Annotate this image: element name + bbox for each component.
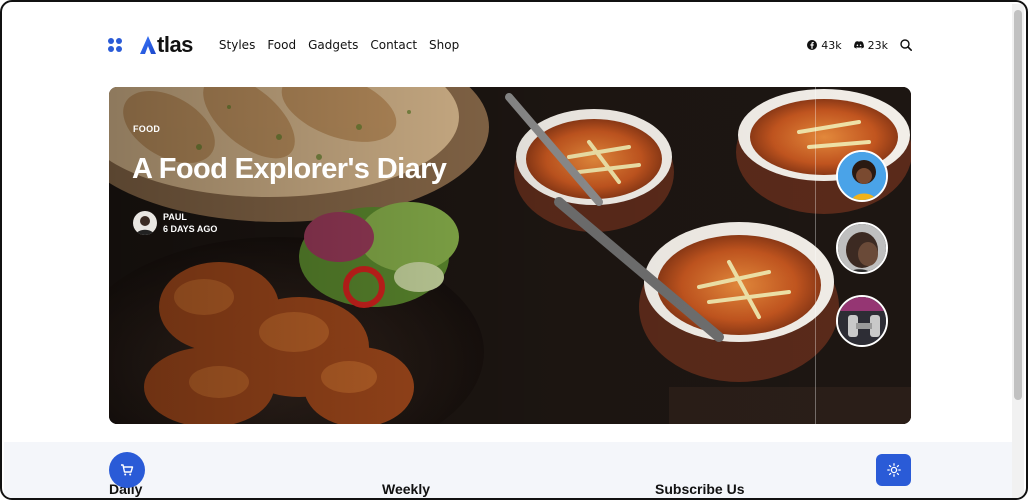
- hero-overlay: [109, 87, 911, 424]
- author-meta: PAUL 6 DAYS AGO: [163, 211, 217, 235]
- author-name: PAUL: [163, 212, 187, 222]
- post-author[interactable]: PAUL 6 DAYS AGO: [133, 211, 217, 235]
- slide-thumb-1[interactable]: [836, 150, 888, 202]
- main-nav: Styles Food Gadgets Contact Shop: [219, 38, 471, 52]
- weekly-heading: Weekly: [382, 481, 430, 497]
- nav-item-gadgets[interactable]: Gadgets: [308, 38, 358, 52]
- header-actions: 43k 23k: [795, 39, 912, 52]
- post-category[interactable]: FOOD: [133, 124, 160, 134]
- search-icon: [900, 39, 912, 51]
- facebook-icon: [807, 40, 818, 50]
- logo-mark-icon: [140, 36, 156, 54]
- person-icon: [136, 216, 154, 235]
- post-time: 6 DAYS AGO: [163, 224, 218, 234]
- slider-divider: [815, 87, 816, 424]
- facebook-count: 43k: [821, 38, 842, 52]
- cart-icon: [121, 464, 134, 476]
- discord-count: 23k: [867, 38, 888, 52]
- nav-item-contact[interactable]: Contact: [370, 38, 417, 52]
- slide-thumb-3[interactable]: [836, 295, 888, 347]
- facebook-link[interactable]: 43k: [807, 38, 842, 52]
- cart-button[interactable]: [109, 452, 145, 488]
- subscribe-heading: Subscribe Us: [655, 481, 745, 497]
- scrollbar-thumb[interactable]: [1014, 10, 1022, 400]
- grid-icon[interactable]: [108, 38, 122, 52]
- avatar: [133, 211, 157, 235]
- browser-frame: tlas Styles Food Gadgets Contact Shop 43…: [0, 0, 1028, 500]
- site-header: tlas Styles Food Gadgets Contact Shop 43…: [108, 30, 912, 60]
- sun-icon: [886, 463, 901, 477]
- page-scrollbar[interactable]: [1012, 4, 1024, 498]
- nav-item-food[interactable]: Food: [267, 38, 296, 52]
- nav-item-shop[interactable]: Shop: [429, 38, 459, 52]
- content-section: [4, 442, 1014, 498]
- search-button[interactable]: [900, 39, 912, 51]
- discord-link[interactable]: 23k: [853, 38, 888, 52]
- slide-thumb-2[interactable]: [836, 222, 888, 274]
- site-logo[interactable]: tlas: [140, 32, 193, 58]
- theme-toggle-button[interactable]: [876, 454, 911, 486]
- hero-post[interactable]: FOOD A Food Explorer's Diary PAUL 6 DAYS…: [109, 87, 911, 424]
- logo-text: tlas: [157, 32, 193, 57]
- nav-item-styles[interactable]: Styles: [219, 38, 255, 52]
- discord-icon: [853, 41, 864, 49]
- post-title[interactable]: A Food Explorer's Diary: [132, 153, 447, 186]
